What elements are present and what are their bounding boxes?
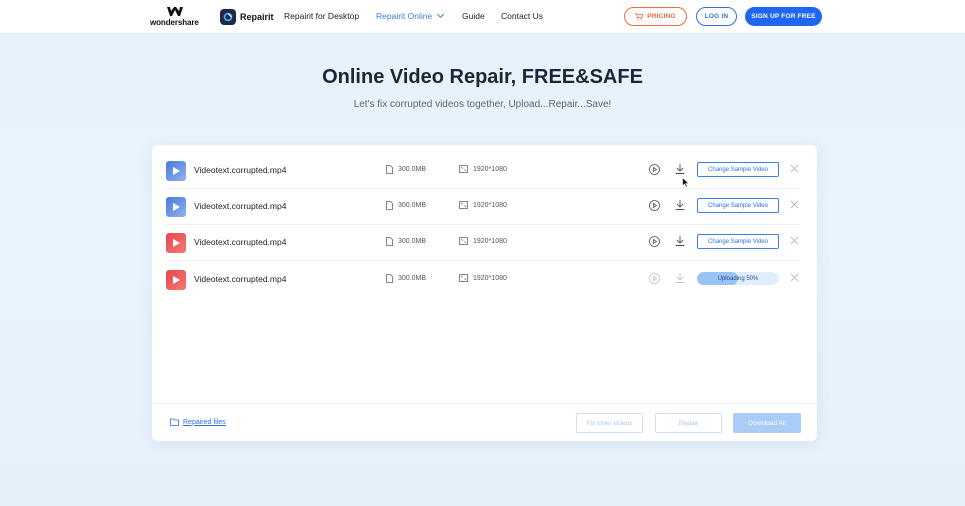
file-resolution: 1920*1080 xyxy=(459,165,507,173)
file-resolution-value: 1920*1080 xyxy=(473,165,507,173)
repair-button[interactable]: Repair xyxy=(655,413,722,433)
product-logo[interactable]: Repairit xyxy=(220,8,274,26)
video-thumbnail xyxy=(166,233,186,253)
file-size: 300.0MB xyxy=(386,201,426,210)
upload-progress-bar: Uploading 50% xyxy=(697,272,779,285)
top-nav: wondershare Repairit Repairit for Deskto… xyxy=(0,0,965,34)
fix-other-videos-button[interactable]: Fix other videos xyxy=(576,413,643,433)
download-icon[interactable] xyxy=(674,199,686,211)
download-icon[interactable] xyxy=(674,163,686,175)
file-row: Videotext.corrupted.mp4 300.0MB 1920*108… xyxy=(166,189,800,225)
file-resolution-value: 1920*1080 xyxy=(473,274,507,282)
file-icon xyxy=(386,274,393,283)
download-all-button[interactable]: Download All xyxy=(733,413,801,433)
file-resolution: 1920*1080 xyxy=(459,237,507,245)
play-icon[interactable] xyxy=(649,164,660,175)
repairit-app-icon xyxy=(220,9,236,25)
wondershare-logo-icon xyxy=(167,7,183,16)
file-size-value: 300.0MB xyxy=(398,238,427,245)
video-thumbnail xyxy=(166,197,186,217)
file-resolution-value: 1920*1080 xyxy=(473,237,507,245)
file-size: 300.0MB xyxy=(386,274,426,283)
nav-link-desktop[interactable]: Repairit for Desktop xyxy=(284,11,359,21)
video-thumbnail xyxy=(166,161,186,181)
change-sample-video-button[interactable]: Change Sample Video xyxy=(697,198,779,213)
resolution-icon xyxy=(459,237,468,245)
page-title: Online Video Repair, FREE&SAFE xyxy=(322,66,643,88)
nav-link-contact[interactable]: Contact Us xyxy=(501,11,543,21)
product-name: Repairit xyxy=(240,12,274,22)
cursor-icon xyxy=(682,177,690,188)
video-play-icon xyxy=(173,276,180,284)
card-footer: Repaired files Fix other videos Repair D… xyxy=(152,403,817,441)
resolution-icon xyxy=(459,274,468,282)
file-icon xyxy=(386,201,393,210)
video-play-icon xyxy=(173,203,180,211)
close-icon[interactable] xyxy=(790,200,799,209)
video-play-icon xyxy=(173,239,180,247)
brand-name: wondershare xyxy=(150,18,199,27)
play-icon[interactable] xyxy=(649,236,660,247)
file-name: Videotext.corrupted.mp4 xyxy=(194,201,287,211)
play-icon[interactable] xyxy=(649,200,660,211)
file-size: 300.0MB xyxy=(386,165,426,174)
file-name: Videotext.corrupted.mp4 xyxy=(194,274,287,284)
file-row: Videotext.corrupted.mp4 300.0MB 1920*108… xyxy=(166,153,800,189)
file-row: Videotext.corrupted.mp4 300.0MB 1920*108… xyxy=(166,262,800,298)
file-resolution-value: 1920*1080 xyxy=(473,201,507,209)
file-resolution: 1920*1080 xyxy=(459,274,507,282)
upload-progress-label: Uploading 50% xyxy=(717,275,759,282)
file-name: Videotext.corrupted.mp4 xyxy=(194,237,287,247)
repaired-files-link[interactable]: Repaired files xyxy=(170,418,226,426)
file-row: Videotext.corrupted.mp4 300.0MB 1920*108… xyxy=(166,225,800,261)
file-size: 300.0MB xyxy=(386,237,426,246)
nav-link-guide[interactable]: Guide xyxy=(462,11,485,21)
resolution-icon xyxy=(459,201,468,209)
nav-link-online-label: Repairit Online xyxy=(376,11,433,21)
pricing-button[interactable]: PRICING xyxy=(624,7,687,26)
close-icon[interactable] xyxy=(790,273,799,282)
close-icon[interactable] xyxy=(790,164,799,173)
nav-link-online[interactable]: Repairit Online xyxy=(376,10,445,21)
file-icon xyxy=(386,237,393,246)
folder-icon xyxy=(170,418,179,426)
signup-button[interactable]: SIGN UP FOR FREE xyxy=(745,7,822,26)
close-icon[interactable] xyxy=(790,236,799,245)
download-icon[interactable] xyxy=(674,235,686,247)
page-subtitle: Let's fix corrupted videos together, Upl… xyxy=(353,99,612,110)
cart-icon xyxy=(635,13,644,20)
download-icon xyxy=(675,273,685,283)
video-thumbnail xyxy=(166,270,186,290)
file-name: Videotext.corrupted.mp4 xyxy=(194,165,287,175)
chevron-down-icon xyxy=(437,10,445,19)
pricing-label: PRICING xyxy=(647,13,676,20)
play-icon xyxy=(649,273,660,284)
video-play-icon xyxy=(173,167,180,175)
file-size-value: 300.0MB xyxy=(398,275,427,282)
file-resolution: 1920*1080 xyxy=(459,201,507,209)
login-button[interactable]: LOG IN xyxy=(696,7,737,26)
repaired-files-label: Repaired files xyxy=(183,418,226,426)
resolution-icon xyxy=(459,165,468,173)
change-sample-video-button[interactable]: Change Sample Video xyxy=(697,162,779,177)
file-icon xyxy=(386,165,393,174)
wondershare-logo[interactable]: wondershare xyxy=(150,6,200,28)
file-list-card: Videotext.corrupted.mp4 300.0MB 1920*108… xyxy=(152,145,817,441)
file-size-value: 300.0MB xyxy=(398,202,427,209)
change-sample-video-button[interactable]: Change Sample Video xyxy=(697,234,779,249)
file-size-value: 300.0MB xyxy=(398,166,427,173)
